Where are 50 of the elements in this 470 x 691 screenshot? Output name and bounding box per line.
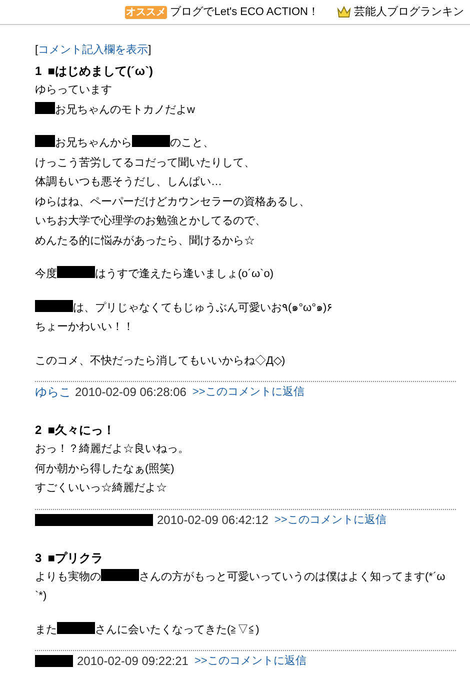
comment-text: いちお大学で心理学のお勉強とかしてるので、: [35, 215, 266, 227]
comment-date: 2010-02-09 06:42:12: [157, 512, 268, 528]
crown-icon: [337, 5, 351, 19]
comment-text: ゆらはね、ペーパーだけどカウンセラーの資格あるし、: [35, 196, 310, 208]
redaction-bar: [35, 655, 73, 667]
comment-title: ■久々にっ！: [48, 422, 115, 439]
comment-text: お兄ちゃんから: [55, 137, 132, 149]
ranking-link[interactable]: 芸能人ブログランキン: [354, 4, 464, 20]
comment-text: さんの方がもっと可愛いっていうのは僕はよく知ってます(*´ω: [139, 570, 446, 582]
redaction-bar: [35, 300, 73, 312]
comment-number: 2: [35, 422, 42, 439]
comment-text: けっこう苦労してるコだって聞いたりして、: [35, 156, 255, 168]
comment-number: 3: [35, 550, 42, 566]
comment-date: 2010-02-09 06:28:06: [75, 384, 186, 401]
comment-title: ■プリクラ: [48, 550, 103, 566]
comment-text: ちょーかわいい！！: [35, 321, 134, 333]
comment-text: は、プリじゃなくてもじゅうぶん可愛いお٩(๑°ω°๑)۶: [73, 302, 333, 314]
comment-text: よりも実物の: [35, 570, 101, 582]
reply-link[interactable]: >>このコメントに返信: [192, 382, 304, 402]
comment-text: 体調もいつも悪そうだし、しんぱい…: [35, 176, 222, 188]
comment-text: はうすで逢えたら逢いましょ(o´ω`o): [95, 268, 274, 280]
author-link[interactable]: ゆらこ: [35, 382, 71, 402]
comment-text: おっ！？綺麗だよ☆良いねっ。: [35, 443, 189, 455]
redaction-bar: [35, 102, 55, 114]
redaction-bar: [101, 568, 139, 580]
comment-text: 今度: [35, 268, 57, 280]
redaction-bar: [35, 135, 55, 147]
comment-text: 何か朝から得したなぁ(照笑): [35, 462, 174, 474]
redaction-bar: [57, 266, 95, 278]
comment-text: のこと、: [170, 137, 214, 149]
comment-text: このコメ、不快だったら消してもいいからね◇Д◇): [35, 354, 286, 366]
redaction-bar: [132, 135, 170, 147]
comment-text: さんに会いたくなってきた(≧▽≦): [95, 624, 260, 636]
reply-link[interactable]: >>このコメントに返信: [194, 651, 306, 671]
comment-text: めんたる的に悩みがあったら、聞けるから☆: [35, 234, 255, 246]
bracket: ]: [148, 44, 152, 56]
show-comment-form-link[interactable]: コメント記入欄を表示: [38, 44, 148, 56]
comment-date: 2010-02-09 09:22:21: [77, 653, 188, 670]
reply-link[interactable]: >>このコメントに返信: [274, 510, 386, 530]
comment-text: また: [35, 624, 57, 636]
bracket: [: [35, 44, 38, 56]
comment-title: ■はじめまして(´ω`): [48, 63, 154, 80]
redaction-bar: [57, 622, 95, 634]
comment-text: お兄ちゃんのモトカノだよw: [55, 104, 195, 116]
comment-text: すごくいいっ☆綺麗だよ☆: [35, 482, 167, 494]
promo-link[interactable]: ブログでLet's ECO ACTION！: [170, 4, 319, 20]
comment-text: ゆらっています: [35, 84, 112, 96]
promo-badge: オススメ: [125, 6, 168, 18]
comment-text: `*): [35, 590, 47, 602]
comment-number: 1: [35, 63, 42, 80]
